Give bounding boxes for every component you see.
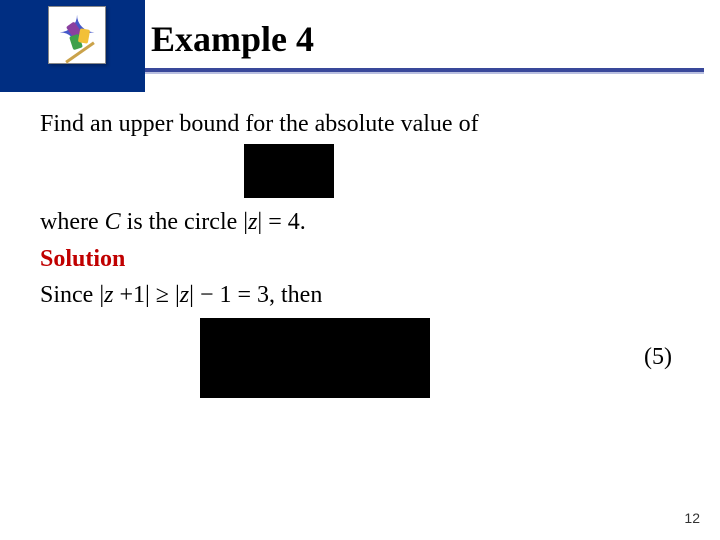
text-eq4: | = 4. (257, 209, 305, 235)
problem-statement-line1: Find an upper bound for the absolute val… (40, 108, 680, 140)
var-C: C (105, 209, 121, 235)
text-where: where (40, 209, 105, 235)
solution-line1: Since |z +1| ≥ |z| − 1 = 3, then (40, 279, 680, 311)
text-is-circle: is the circle | (121, 209, 248, 235)
integral-expression-image (244, 144, 334, 198)
text-mid: +1| ≥ | (113, 282, 179, 308)
text-since: Since | (40, 282, 104, 308)
title-underline-shadow (145, 72, 704, 74)
var-z-2: z (180, 282, 189, 308)
solution-label: Solution (40, 243, 680, 275)
bound-expression-image (200, 318, 430, 398)
problem-statement-line2: where C is the circle |z| = 4. (40, 206, 680, 238)
header-blue-tab (0, 68, 145, 92)
slide: ✦ Example 4 Find an upper bound for the … (0, 0, 720, 540)
slide-header: ✦ Example 4 (0, 0, 720, 92)
slide-title: Example 4 (145, 10, 704, 68)
equation-5-row: (5) (40, 318, 680, 398)
text-then: | − 1 = 3, then (189, 282, 322, 308)
slide-body: Find an upper bound for the absolute val… (40, 108, 680, 398)
math-tools-icon-inner: ✦ (49, 7, 105, 63)
equation-number-5: (5) (644, 341, 680, 373)
page-number: 12 (684, 510, 700, 526)
math-tools-icon: ✦ (48, 6, 106, 64)
